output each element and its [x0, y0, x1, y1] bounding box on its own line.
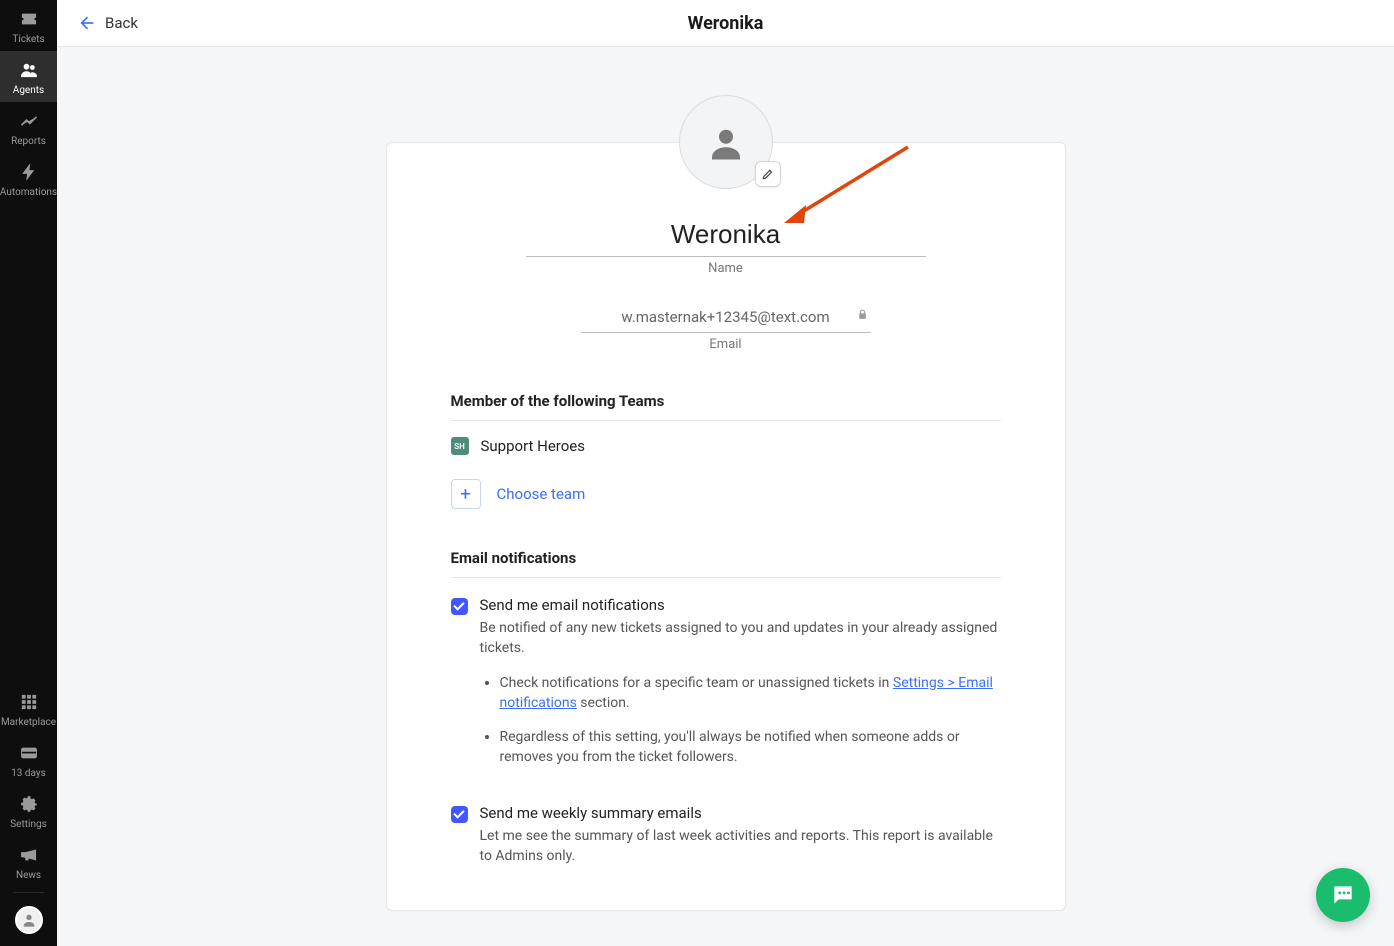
sidebar-label: Settings	[10, 819, 47, 830]
grid-icon	[18, 691, 40, 713]
name-input[interactable]	[526, 215, 926, 257]
notification-desc: Let me see the summary of last week acti…	[480, 826, 1001, 867]
email-field-wrap: w.masternak+12345@text.com	[581, 306, 871, 333]
notification-body: Send me weekly summary emails Let me see…	[480, 804, 1001, 867]
chat-fab-button[interactable]	[1316, 868, 1370, 922]
sidebar-item-news[interactable]: News	[0, 836, 57, 887]
sidebar-label: Agents	[13, 85, 44, 96]
sidebar-profile-avatar[interactable]	[15, 906, 43, 934]
notification-title: Send me weekly summary emails	[480, 804, 1001, 822]
sidebar-separator	[14, 892, 44, 893]
team-badge: SH	[451, 437, 469, 455]
page-header: Back Weronika	[57, 0, 1394, 47]
sidebar-item-reports[interactable]: Reports	[0, 102, 57, 153]
team-row: SH Support Heroes	[451, 421, 1001, 465]
notification-title: Send me email notifications	[480, 596, 1001, 614]
sidebar-item-tickets[interactable]: Tickets	[0, 0, 57, 51]
checkbox-weekly-summary[interactable]	[451, 806, 468, 823]
ticket-icon	[18, 8, 40, 30]
email-value: w.masternak+12345@text.com	[621, 308, 829, 326]
sidebar-label: Marketplace	[1, 717, 56, 728]
agents-icon	[18, 59, 40, 81]
choose-team-row: + Choose team	[451, 465, 1001, 509]
notification-item: Send me email notifications Be notified …	[451, 578, 1001, 786]
bullet-text: section.	[577, 695, 630, 711]
back-arrow-icon	[75, 13, 95, 33]
sidebar-label: 13 days	[11, 768, 46, 779]
notifications-section-title: Email notifications	[451, 549, 1001, 578]
notification-bullet: Regardless of this setting, you'll alway…	[500, 727, 1001, 768]
add-team-button[interactable]: +	[451, 479, 481, 509]
avatar-wrap	[679, 95, 773, 189]
sidebar-item-settings[interactable]: Settings	[0, 785, 57, 836]
sidebar-item-agents[interactable]: Agents	[0, 51, 57, 102]
teams-section-title: Member of the following Teams	[451, 392, 1001, 421]
profile-card: Name w.masternak+12345@text.com Email Me…	[386, 142, 1066, 911]
sidebar-label: Automations	[0, 187, 57, 198]
sidebar-item-trial[interactable]: 13 days	[0, 734, 57, 785]
teams-section: Member of the following Teams SH Support…	[451, 392, 1001, 509]
back-button[interactable]: Back	[75, 13, 138, 33]
sidebar-item-marketplace[interactable]: Marketplace	[0, 683, 57, 734]
sidebar-label: News	[16, 870, 41, 881]
main-column: Back Weronika	[57, 0, 1394, 946]
sidebar-bottom: Marketplace 13 days Settings News	[0, 683, 57, 946]
notification-item: Send me weekly summary emails Let me see…	[451, 786, 1001, 871]
bullet-text: Regardless of this setting, you'll alway…	[500, 729, 960, 765]
megaphone-icon	[18, 844, 40, 866]
choose-team-link[interactable]: Choose team	[497, 485, 586, 503]
bullet-text: Check notifications for a specific team …	[500, 675, 893, 691]
profile-area: Name w.masternak+12345@text.com Email Me…	[386, 47, 1066, 911]
lock-icon	[856, 308, 869, 325]
email-caption: Email	[451, 337, 1001, 352]
page-title: Weronika	[688, 13, 764, 34]
sidebar-label: Reports	[11, 136, 46, 147]
name-caption: Name	[451, 261, 1001, 276]
notification-body: Send me email notifications Be notified …	[480, 596, 1001, 782]
notification-desc: Be notified of any new tickets assigned …	[480, 618, 1001, 659]
notification-bullets: Check notifications for a specific team …	[480, 673, 1001, 768]
gear-icon	[18, 793, 40, 815]
team-name: Support Heroes	[481, 437, 586, 455]
sidebar-label: Tickets	[12, 34, 44, 45]
notifications-section: Email notifications Send me email notifi…	[451, 549, 1001, 870]
notification-bullet: Check notifications for a specific team …	[500, 673, 1001, 714]
card-icon	[18, 742, 40, 764]
sidebar-item-automations[interactable]: Automations	[0, 153, 57, 204]
checkbox-email-notifications[interactable]	[451, 598, 468, 615]
content-scroll[interactable]: Name w.masternak+12345@text.com Email Me…	[57, 47, 1394, 946]
app-root: Tickets Agents Reports Automations	[0, 0, 1394, 946]
sidebar-top: Tickets Agents Reports Automations	[0, 0, 57, 204]
back-label: Back	[105, 14, 138, 32]
name-field-wrap	[526, 215, 926, 257]
bolt-icon	[18, 161, 40, 183]
reports-icon	[18, 110, 40, 132]
avatar-edit-button[interactable]	[755, 161, 781, 187]
sidebar-nav: Tickets Agents Reports Automations	[0, 0, 57, 946]
